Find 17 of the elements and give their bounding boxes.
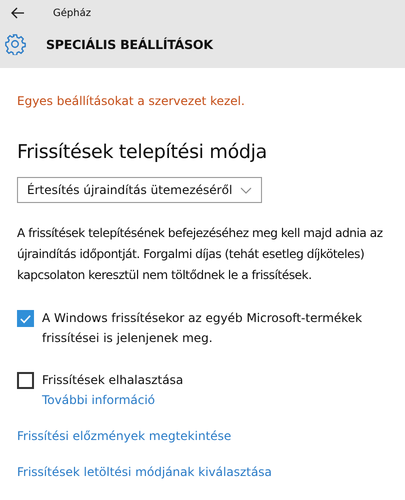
settings-link[interactable]: Frissítések letöltési módjának kiválasztása [17, 462, 395, 482]
settings-link[interactable]: Frissítési előzmények megtekintése [17, 426, 395, 446]
description-text: A frissítések telepítésének befejezéséhez meg kell majd adnia az újraindítás időpontját. Forgalmi díjas (tehát esetleg díjköteles) kapcsolaton keresztül nem töltődnek le a frissítések. [17, 225, 384, 284]
checkmark-icon [19, 312, 32, 324]
warning-message: Egyes beállításokat a szervezet kezel. [17, 94, 246, 108]
section-heading: Frissítések telepítési módja [17, 141, 268, 163]
back-arrow-icon[interactable] [11, 7, 25, 19]
settings-icon [4, 33, 26, 55]
page-title: SPECIÁLIS BEÁLLÍTÁSOK [46, 36, 213, 52]
checkbox[interactable] [17, 310, 34, 327]
checkbox-label: A Windows frissítésekor az egyéb Microsoft-termékek frissítései is jelenjenek meg. [42, 310, 364, 347]
install-mode-dropdown[interactable]: Értesítés újraindítás ütemezéséről [17, 177, 262, 203]
checkbox-label: Frissítések elhalasztása [42, 372, 184, 389]
app-title: Gépház [53, 8, 91, 18]
more-info-link[interactable]: További információ [42, 390, 184, 410]
chevron-down-icon [240, 186, 252, 194]
checkbox[interactable] [17, 372, 34, 389]
